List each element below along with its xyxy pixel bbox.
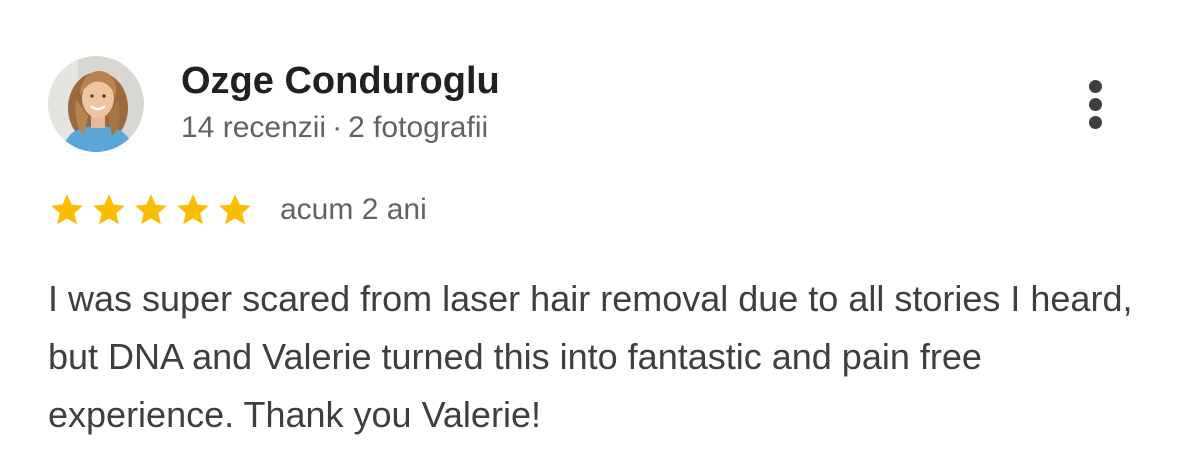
more-options-button[interactable] [1076,74,1116,134]
star-icon [51,194,83,225]
review-text: I was super scared from laser hair remov… [48,278,1133,435]
star-icon [177,194,209,225]
review-card: Ozge Conduroglu 14 recenzii · 2 fotografii… [0,0,1179,472]
star-icon [93,194,125,225]
author-meta: 14 recenzii · 2 fotografii [181,108,488,148]
star-rating [48,191,258,229]
star-icon [219,194,251,225]
review-time: acum 2 ani [280,193,427,226]
avatar-photo-icon [48,56,144,152]
meta-separator: · [332,111,343,144]
photos-count: 2 fotografii [348,111,489,144]
star-icon [135,194,167,225]
reviews-count: 14 recenzii [181,111,327,144]
author-name[interactable]: Ozge Conduroglu [181,58,500,104]
avatar[interactable] [48,56,144,152]
rating-row: acum 2 ani [48,188,427,232]
